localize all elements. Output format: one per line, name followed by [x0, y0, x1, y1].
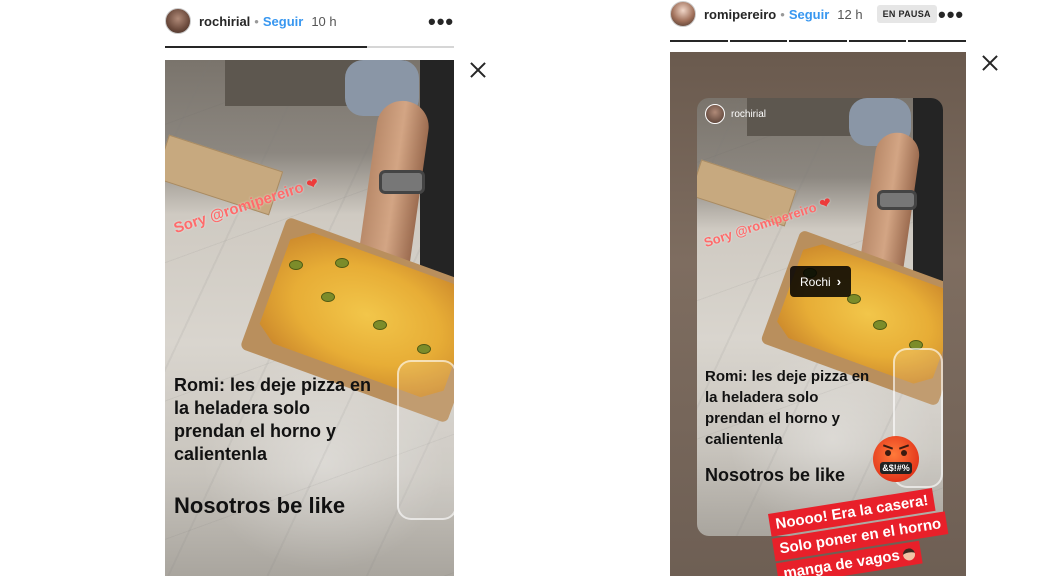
- right-shirt: [913, 98, 943, 298]
- left-separator: •: [254, 13, 259, 29]
- reposted-story-card[interactable]: rochirial Sory @romipereiro❤ Rochi › Rom…: [697, 98, 943, 536]
- left-olive: [335, 258, 349, 268]
- right-story-progress: [670, 40, 966, 42]
- progress-segment: [908, 40, 966, 42]
- right-caption-line: prendan el horno y: [705, 410, 841, 427]
- right-caption-2: Nosotros be like: [705, 465, 846, 485]
- emoji-eye: [885, 450, 891, 456]
- right-user-avatar[interactable]: [670, 1, 696, 27]
- emoji-brow: [882, 444, 894, 450]
- right-caption-line: Romi: les deje pizza en: [705, 368, 870, 385]
- progress-segment: [789, 40, 847, 42]
- left-story-progress: [165, 46, 454, 48]
- emoji-censor-text: &$!#%: [880, 462, 912, 474]
- left-caption: Romi: les deje pizza en la heladera solo…: [174, 374, 371, 465]
- left-olive: [321, 292, 335, 302]
- left-caption-2: Nosotros be like: [174, 493, 346, 518]
- emoji-brow: [898, 444, 910, 450]
- angry-face-emoji[interactable]: &$!#%: [873, 436, 919, 482]
- left-olive: [373, 320, 387, 330]
- progress-segment: [848, 40, 907, 42]
- left-watch: [379, 170, 425, 194]
- user-tag-rochi[interactable]: Rochi ›: [790, 266, 852, 297]
- user-tag-label: Rochi: [800, 274, 831, 289]
- left-more-options-icon[interactable]: •••: [428, 11, 454, 33]
- paused-badge: EN PAUSA: [876, 5, 937, 23]
- right-separator: •: [780, 6, 785, 22]
- left-caption-line: la heladera solo: [174, 397, 311, 418]
- reposted-user-avatar: [705, 104, 725, 124]
- left-caption-line: prendan el horno y: [174, 420, 337, 441]
- left-username[interactable]: rochirial: [199, 14, 250, 29]
- reposted-username: rochirial: [731, 108, 767, 120]
- right-follow-button[interactable]: Seguir: [789, 7, 829, 22]
- left-olive: [417, 344, 431, 354]
- progress-segment: [729, 40, 788, 42]
- right-story-header: romipereiro • Seguir 12 h EN PAUSA: [670, 0, 937, 28]
- right-more-options-icon[interactable]: •••: [938, 4, 964, 26]
- right-caption-line: calientenla: [705, 431, 783, 448]
- right-watch: [877, 190, 917, 210]
- left-glass: [397, 360, 454, 520]
- left-story-media[interactable]: Sory @romipereiro❤ Romi: les deje pizza …: [165, 60, 454, 576]
- emoji-eye: [901, 450, 907, 456]
- left-caption-line: calientenla: [174, 443, 268, 464]
- left-caption-line: Romi: les deje pizza en: [174, 375, 372, 395]
- left-user-avatar[interactable]: [165, 8, 191, 34]
- right-story-media[interactable]: rochirial Sory @romipereiro❤ Rochi › Rom…: [670, 52, 966, 576]
- right-olive: [873, 320, 887, 330]
- progress-segment: [670, 40, 728, 42]
- reposted-user[interactable]: rochirial: [705, 104, 766, 124]
- left-timestamp: 10 h: [311, 13, 337, 29]
- right-username[interactable]: romipereiro: [704, 7, 776, 22]
- left-close-icon[interactable]: [469, 61, 487, 79]
- right-caption: Romi: les deje pizza en la heladera solo…: [705, 366, 869, 450]
- right-timestamp: 12 h: [837, 6, 863, 22]
- chevron-right-icon: ›: [836, 274, 842, 289]
- person-emoji-icon: [901, 547, 916, 562]
- left-shirt: [420, 60, 454, 300]
- left-follow-button[interactable]: Seguir: [263, 14, 303, 29]
- right-close-icon[interactable]: [981, 54, 999, 72]
- left-story-progress-fill: [165, 46, 368, 48]
- left-story-header: rochirial • Seguir 10 h: [165, 7, 337, 35]
- right-caption-line: la heladera solo: [705, 389, 819, 406]
- left-olive: [289, 260, 303, 270]
